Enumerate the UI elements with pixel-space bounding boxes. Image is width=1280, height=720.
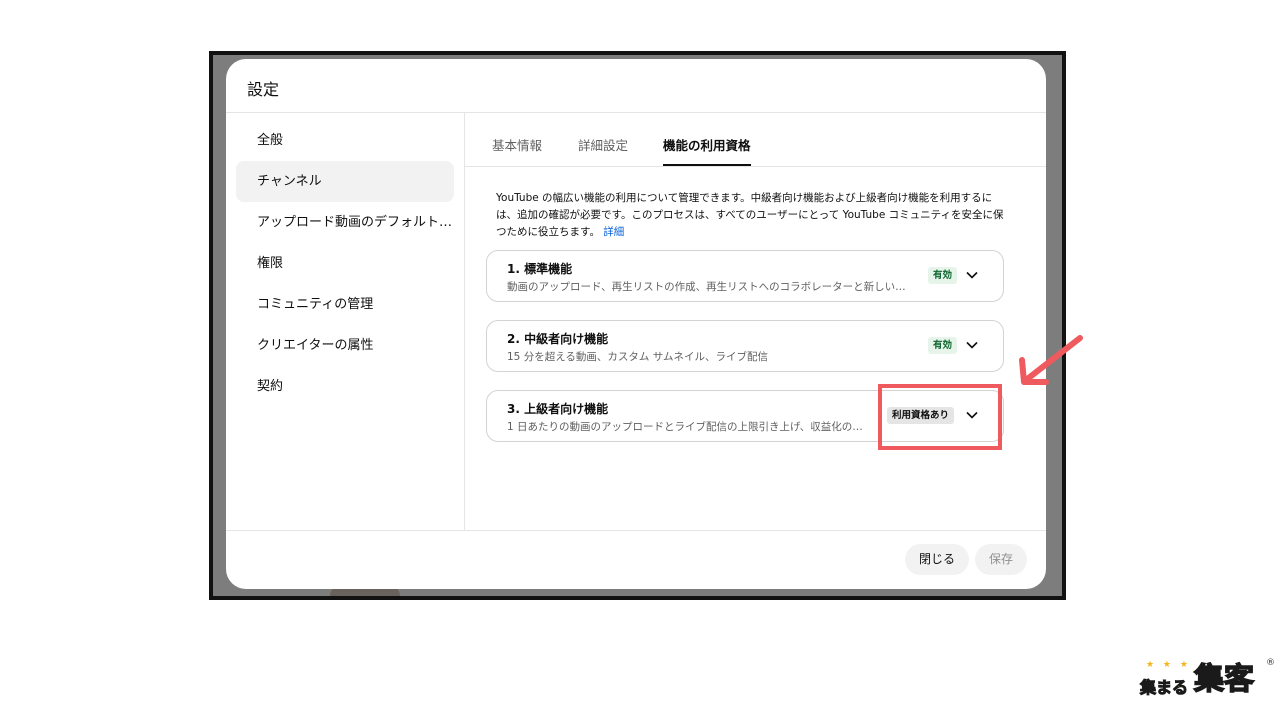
close-button[interactable]: 閉じる — [905, 544, 970, 575]
pointer-arrow-icon — [1019, 335, 1083, 385]
sidebar-item-channel[interactable]: チャンネル — [236, 161, 454, 202]
eligibility-description: YouTube の幅広い機能の利用について管理できます。中級者向け機能および上級… — [496, 190, 1004, 241]
brand-logo: ★ ★ ★ 集まる 集客 ® — [1138, 658, 1275, 700]
feature-title: 3. 上級者向け機能 — [507, 402, 609, 416]
sidebar-item-upload-defaults[interactable]: アップロード動画のデフォルト設定 — [236, 202, 454, 243]
footer-divider — [226, 530, 1046, 531]
dialog-title: 設定 — [247, 80, 280, 99]
feature-subtitle: 1 日あたりの動画のアップロードとライブ配信の上限引き上げ、収益化の… — [507, 421, 863, 433]
chevron-down-icon[interactable] — [965, 338, 979, 352]
feature-title: 2. 中級者向け機能 — [507, 332, 609, 346]
feature-subtitle: 15 分を超える動画、カスタム サムネイル、ライブ配信 — [507, 351, 769, 363]
learn-more-link[interactable]: 詳細 — [603, 226, 624, 238]
feature-title: 1. 標準機能 — [507, 262, 573, 276]
tab-feature-eligibility[interactable]: 機能の利用資格 — [663, 113, 751, 166]
settings-dialog: 設定 全般 チャンネル アップロード動画のデフォルト設定 権限 コミュニティの管… — [226, 59, 1046, 589]
sidebar-divider — [464, 113, 465, 530]
feature-card-standard[interactable]: 1. 標準機能 動画のアップロード、再生リストの作成、再生リストへのコラボレータ… — [486, 250, 1004, 302]
tab-advanced-settings[interactable]: 詳細設定 — [578, 113, 628, 166]
tab-basic-info[interactable]: 基本情報 — [492, 113, 542, 166]
status-badge: 有効 — [928, 337, 958, 354]
feature-card-intermediate[interactable]: 2. 中級者向け機能 15 分を超える動画、カスタム サムネイル、ライブ配信 有… — [486, 320, 1004, 372]
status-badge: 有効 — [928, 267, 958, 284]
description-text: YouTube の幅広い機能の利用について管理できます。中級者向け機能および上級… — [496, 192, 1004, 238]
save-button[interactable]: 保存 — [975, 544, 1028, 575]
feature-subtitle: 動画のアップロード、再生リストの作成、再生リストへのコラボレーターと新しい… — [507, 281, 906, 293]
logo-text-small: 集まる — [1139, 678, 1189, 698]
registered-mark: ® — [1266, 658, 1275, 668]
logo-text-large: 集客 — [1193, 661, 1255, 698]
chevron-down-icon[interactable] — [965, 268, 979, 282]
sidebar-item-agreements[interactable]: 契約 — [236, 366, 454, 407]
sidebar-item-community[interactable]: コミュニティの管理 — [236, 284, 454, 325]
sidebar-item-creator-attributes[interactable]: クリエイターの属性 — [236, 325, 454, 366]
sidebar-item-general[interactable]: 全般 — [236, 120, 454, 161]
highlight-box — [878, 384, 1002, 450]
sidebar-item-permissions[interactable]: 権限 — [236, 243, 454, 284]
settings-sidebar: 全般 チャンネル アップロード動画のデフォルト設定 権限 コミュニティの管理 ク… — [236, 120, 454, 407]
tab-bar: 基本情報 詳細設定 機能の利用資格 — [465, 113, 1046, 167]
logo-stars: ★ ★ ★ — [1146, 660, 1191, 670]
